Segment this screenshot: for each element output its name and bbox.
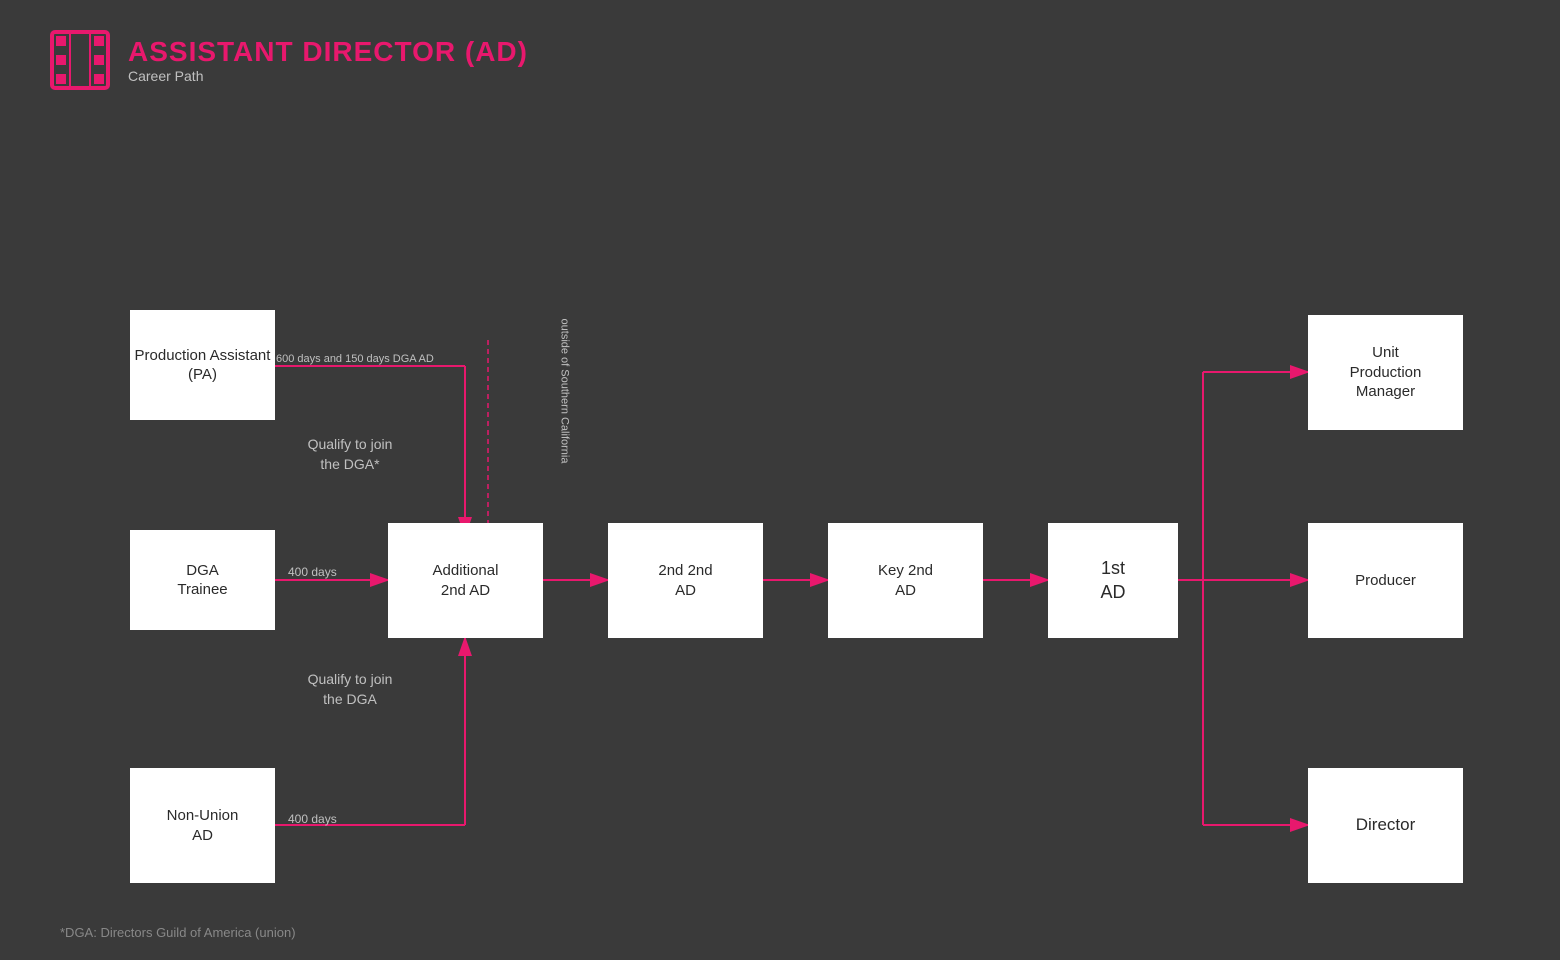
film-icon xyxy=(50,30,110,90)
diagram-arrows xyxy=(60,140,1520,920)
label-qualify-bottom: Qualify to jointhe DGA xyxy=(270,670,430,709)
box-unit-production-manager: UnitProductionManager xyxy=(1308,315,1463,430)
page-title: ASSISTANT DIRECTOR (AD) xyxy=(128,36,528,68)
header-text: ASSISTANT DIRECTOR (AD) Career Path xyxy=(128,36,528,84)
page-subtitle: Career Path xyxy=(128,68,528,84)
box-2nd-2nd-ad: 2nd 2ndAD xyxy=(608,523,763,638)
box-key-2nd-ad: Key 2ndAD xyxy=(828,523,983,638)
box-dga-trainee: DGATrainee xyxy=(130,530,275,630)
label-400-days-top: 400 days xyxy=(288,565,337,579)
box-production-assistant: Production Assistant (PA) xyxy=(130,310,275,420)
box-non-union-ad: Non-UnionAD xyxy=(130,768,275,883)
label-qualify-top: Qualify to jointhe DGA* xyxy=(270,435,430,474)
label-600-days: 600 days and 150 days DGA AD xyxy=(276,353,434,365)
header: ASSISTANT DIRECTOR (AD) Career Path xyxy=(0,0,1560,120)
box-1st-ad: 1stAD xyxy=(1048,523,1178,638)
label-outside-so-cal: outside of Southern California xyxy=(558,319,570,464)
box-director: Director xyxy=(1308,768,1463,883)
career-path-diagram: Production Assistant (PA) DGATrainee Add… xyxy=(60,140,1520,920)
footnote: *DGA: Directors Guild of America (union) xyxy=(60,925,296,940)
box-producer: Producer xyxy=(1308,523,1463,638)
box-additional-2nd-ad: Additional2nd AD xyxy=(388,523,543,638)
label-400-days-bottom: 400 days xyxy=(288,812,337,826)
